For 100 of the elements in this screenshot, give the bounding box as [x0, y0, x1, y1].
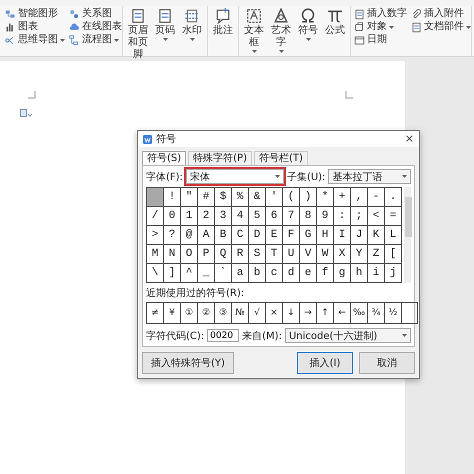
code-field[interactable]: 0020 [207, 329, 240, 342]
symbol-cell[interactable]: - [368, 188, 385, 207]
symbol-cell[interactable]: a [232, 264, 249, 283]
dialog-button[interactable]: 插入(I) [297, 352, 353, 374]
symbol-cell[interactable]: M [147, 245, 164, 264]
symbol-cell[interactable]: b [249, 264, 266, 283]
symbol-cell[interactable]: d [283, 264, 300, 283]
symbol-cell[interactable]: ← [334, 303, 351, 323]
ribbon-button[interactable]: 水印 [180, 8, 204, 41]
close-button[interactable]: × [404, 133, 414, 145]
ribbon-button[interactable]: 页码 [153, 8, 177, 41]
symbol-cell[interactable]: & [249, 188, 266, 207]
subset-dropdown[interactable]: 基本拉丁语 [328, 169, 411, 184]
symbol-cell[interactable]: / [147, 207, 164, 226]
symbol-cell[interactable]: A [198, 226, 215, 245]
symbol-cell[interactable]: " [181, 188, 198, 207]
symbol-cell[interactable]: 3 [215, 207, 232, 226]
symbol-cell[interactable]: + [334, 188, 351, 207]
symbol-cell[interactable]: ) [300, 188, 317, 207]
symbol-cell[interactable]: ½ [385, 303, 402, 323]
symbol-cell[interactable]: D [249, 226, 266, 245]
symbol-cell[interactable]: T [266, 245, 283, 264]
symbol-cell[interactable]: N [164, 245, 181, 264]
symbol-cell[interactable]: × [266, 303, 283, 323]
symbol-cell[interactable]: C [232, 226, 249, 245]
symbol-cell[interactable]: K [368, 226, 385, 245]
ribbon-button[interactable]: 智能图形 [5, 8, 65, 20]
symbol-cell[interactable]: h [351, 264, 368, 283]
symbol-cell[interactable]: H [317, 226, 334, 245]
symbol-cell[interactable]: ② [198, 303, 215, 323]
symbol-cell[interactable]: № [232, 303, 249, 323]
symbol-cell[interactable]: > [147, 226, 164, 245]
dialog-button[interactable]: 取消 [359, 352, 415, 374]
dialog-button[interactable]: 插入特殊符号(Y) [142, 352, 234, 374]
symbol-cell[interactable]: f [317, 264, 334, 283]
ribbon-button[interactable]: 文档部件 [411, 21, 471, 33]
symbol-cell[interactable]: Q [215, 245, 232, 264]
symbol-cell[interactable]: ≠ [147, 303, 164, 323]
ribbon-button[interactable]: 符号 [296, 8, 320, 41]
symbol-cell[interactable]: √ [249, 303, 266, 323]
ribbon-button[interactable]: 公式 [323, 8, 347, 37]
symbol-cell[interactable]: c [266, 264, 283, 283]
ribbon-button[interactable]: 关系图 [69, 8, 122, 20]
symbol-cell[interactable]: Y [351, 245, 368, 264]
symbol-cell[interactable]: → [300, 303, 317, 323]
ribbon-button[interactable]: 对象 [354, 21, 407, 33]
symbol-cell[interactable]: G [300, 226, 317, 245]
symbol-cell[interactable]: i [368, 264, 385, 283]
symbol-cell[interactable]: # [198, 188, 215, 207]
symbol-cell[interactable]: X [334, 245, 351, 264]
symbol-cell[interactable]: : [334, 207, 351, 226]
symbol-cell[interactable]: ( [283, 188, 300, 207]
symbol-cell[interactable]: ↑ [317, 303, 334, 323]
symbol-cell[interactable]: * [317, 188, 334, 207]
symbol-cell[interactable]: R [232, 245, 249, 264]
encoding-dropdown[interactable]: Unicode(十六进制) [284, 328, 411, 343]
symbol-cell[interactable]: W [317, 245, 334, 264]
symbol-cell[interactable]: % [232, 188, 249, 207]
symbol-cell[interactable]: E [266, 226, 283, 245]
ribbon-button[interactable]: 思维导图 [5, 34, 65, 46]
ribbon-button[interactable]: 页眉和页脚 [126, 8, 150, 61]
symbol-cell[interactable]: 5 [249, 207, 266, 226]
symbol-cell[interactable]: $ [215, 188, 232, 207]
ribbon-button[interactable]: 插入附件 [411, 8, 471, 20]
symbol-cell[interactable]: F [283, 226, 300, 245]
symbol-cell[interactable]: ] [164, 264, 181, 283]
symbol-cell[interactable]: 4 [232, 207, 249, 226]
symbol-cell[interactable]: ¾ [368, 303, 385, 323]
symbol-cell[interactable]: , [351, 188, 368, 207]
scrollbar[interactable] [404, 187, 411, 283]
symbol-cell[interactable]: 1 [181, 207, 198, 226]
symbol-cell[interactable]: = [385, 207, 402, 226]
symbol-cell[interactable]: ↓ [283, 303, 300, 323]
symbol-cell[interactable]: ^ [181, 264, 198, 283]
symbol-cell[interactable]: j [385, 264, 402, 283]
tab[interactable]: 特殊字符(P) [188, 151, 252, 165]
symbol-cell[interactable]: V [300, 245, 317, 264]
symbol-cell[interactable]: ¥ [164, 303, 181, 323]
symbol-cell[interactable]: ! [164, 188, 181, 207]
ribbon-button[interactable]: 流程图 [69, 34, 122, 46]
symbol-cell[interactable]: 0 [164, 207, 181, 226]
ribbon-button[interactable]: 日期 [354, 34, 407, 46]
symbol-cell[interactable]: J [351, 226, 368, 245]
symbol-cell[interactable]: \ [147, 264, 164, 283]
tab[interactable]: 符号(S) [142, 151, 186, 165]
symbol-cell[interactable]: < [368, 207, 385, 226]
symbol-cell[interactable]: _ [198, 264, 215, 283]
ribbon-button[interactable]: 艺术字 [269, 8, 293, 53]
font-dropdown[interactable]: 宋体 [186, 169, 284, 184]
symbol-cell[interactable]: g [334, 264, 351, 283]
symbol-cell[interactable]: . [385, 188, 402, 207]
ribbon-button[interactable]: 插入数字 [354, 8, 407, 20]
symbol-cell[interactable]: ? [164, 226, 181, 245]
symbol-cell[interactable]: ; [351, 207, 368, 226]
symbol-cell[interactable]: L [385, 226, 402, 245]
symbol-cell[interactable]: U [283, 245, 300, 264]
symbol-cell[interactable]: ① [181, 303, 198, 323]
symbol-cell[interactable]: 2 [198, 207, 215, 226]
symbol-cell[interactable]: Z [368, 245, 385, 264]
symbol-cell[interactable]: O [181, 245, 198, 264]
